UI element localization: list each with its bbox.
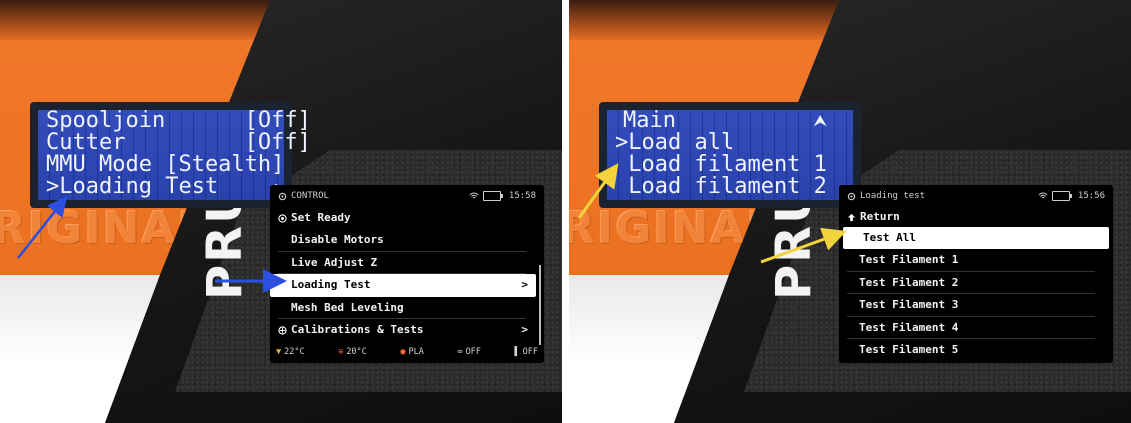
arrow-overlay	[577, 163, 847, 264]
arrow-overlay	[17, 196, 287, 293]
right-photo-panel: RIGINAL PRUS PRU Main⮝ >Load all Load fi…	[569, 0, 1131, 423]
annotation-arrow-screen	[760, 227, 847, 264]
annotation-arrow-lcd	[577, 163, 619, 219]
annotation-arrow-lcd	[17, 196, 68, 259]
left-photo-panel: RIGINAL PRUS PRU Spooljoin [Off] Cutter …	[0, 0, 562, 423]
